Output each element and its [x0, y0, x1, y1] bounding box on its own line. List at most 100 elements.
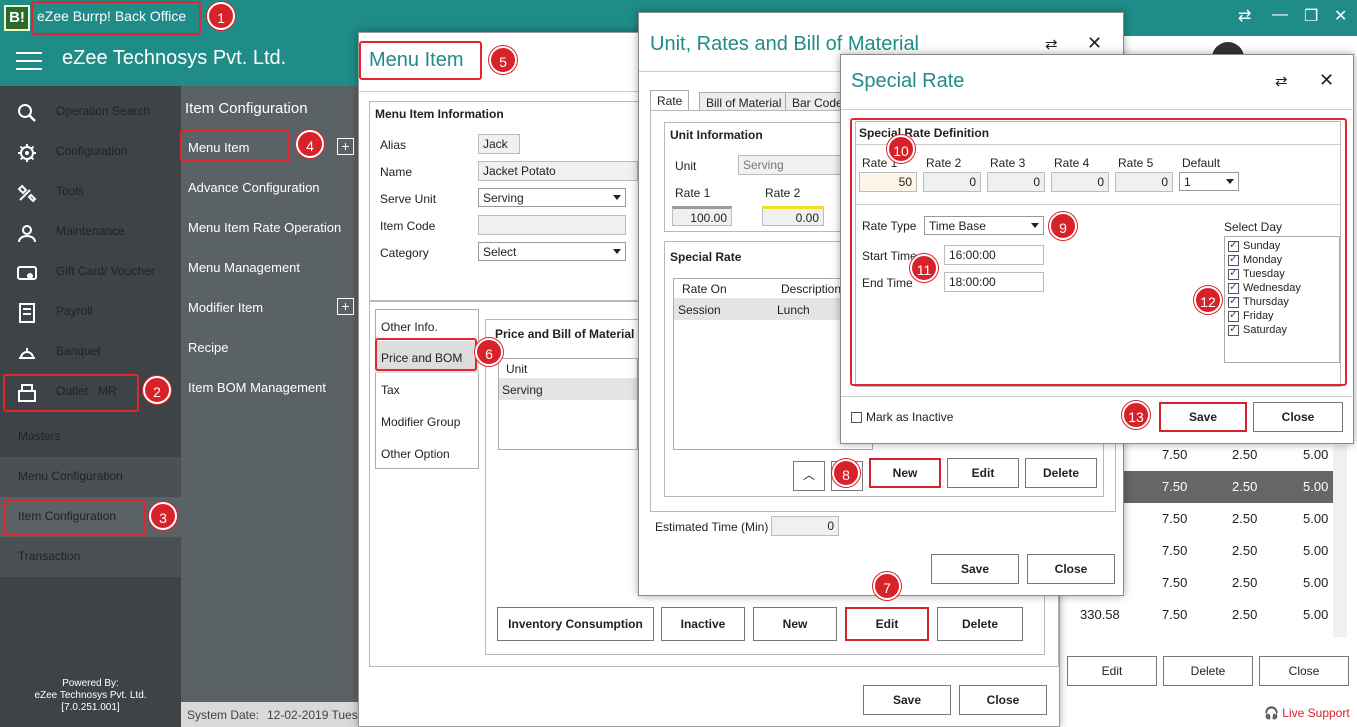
item-code-field[interactable] — [478, 215, 626, 235]
menu-item-info-panel: Menu Item Information Alias Jack Name Ja… — [369, 101, 669, 301]
headset-icon: 🎧 — [1264, 706, 1279, 720]
gear-icon — [18, 144, 36, 162]
nav-section-label: Masters — [18, 429, 61, 443]
rate2-field[interactable]: 0.00 — [762, 206, 824, 226]
nav-item-banquet[interactable]: Banquet — [0, 332, 181, 372]
special-rate-delete-button[interactable]: Delete — [1025, 458, 1097, 488]
annotation-marker: 3 — [149, 502, 177, 530]
translate-icon[interactable]: ⇄ — [1238, 6, 1251, 26]
annotation-marker: 9 — [1049, 212, 1077, 240]
live-support-link[interactable]: 🎧 Live Support — [1264, 706, 1350, 720]
close-icon[interactable]: ✕ — [1087, 33, 1102, 54]
tab-rate[interactable]: Rate — [650, 90, 690, 110]
subnav-item-item-bom[interactable]: Item BOM Management — [188, 380, 326, 395]
inactive-button[interactable]: Inactive — [661, 607, 745, 641]
subnav-item-rate-operation[interactable]: Menu Item Rate Operation — [188, 220, 341, 235]
annotation-marker: 7 — [873, 572, 901, 600]
bg-close-button[interactable]: Close — [1259, 656, 1349, 686]
unit-rates-close-button[interactable]: Close — [1027, 554, 1115, 584]
scrollbar[interactable] — [1333, 445, 1347, 637]
special-rate-close-button[interactable]: Close — [1253, 402, 1343, 432]
nav-section-label: Transaction — [18, 549, 81, 563]
highlight-item-configuration — [3, 500, 146, 536]
subnav-item-modifier-item[interactable]: Modifier Item — [188, 300, 263, 315]
checkbox-icon — [851, 412, 862, 424]
hamburger-menu-icon[interactable] — [16, 52, 42, 70]
side-tab-other-info[interactable]: Other Info. — [381, 320, 438, 334]
category-select[interactable]: Select — [478, 242, 626, 261]
unit-rates-save-button[interactable]: Save — [931, 554, 1019, 584]
translate-icon[interactable]: ⇄ — [1045, 35, 1058, 53]
menu-item-save-button[interactable]: Save — [863, 685, 951, 715]
highlight-app-title — [31, 1, 201, 35]
special-rate-edit-button[interactable]: Edit — [947, 458, 1019, 488]
nav-section-masters[interactable]: Masters — [0, 417, 181, 457]
unit-label: Unit — [675, 159, 697, 173]
side-tab-tax[interactable]: Tax — [381, 383, 400, 397]
nav-item-configuration[interactable]: Configuration — [0, 132, 181, 172]
tools-icon — [17, 184, 37, 203]
chevron-up-icon: ︿ — [802, 468, 815, 482]
serve-unit-select[interactable]: Serving — [478, 188, 626, 207]
close-icon[interactable]: ✕ — [1334, 6, 1347, 26]
menu-item-close-button[interactable]: Close — [959, 685, 1047, 715]
side-tab-other-option[interactable]: Other Option — [381, 447, 450, 461]
subnav-item-advance-configuration[interactable]: Advance Configuration — [188, 180, 320, 195]
add-modifier-item-icon[interactable]: + — [337, 298, 354, 315]
name-field[interactable]: Jacket Potato — [478, 161, 638, 181]
nav-item-maintenance[interactable]: Maintenance — [0, 212, 181, 252]
minimize-icon[interactable]: — — [1272, 6, 1288, 24]
maximize-icon[interactable]: ❐ — [1304, 6, 1318, 26]
add-menu-item-icon[interactable]: + — [337, 138, 354, 155]
serve-unit-value: Serving — [483, 191, 524, 205]
table-row[interactable]: 330.58 7.50 2.50 5.00 — [1060, 599, 1340, 631]
alias-field[interactable]: Jack — [478, 134, 520, 154]
subnav-header: Item Configuration — [185, 100, 308, 117]
bg-edit-button[interactable]: Edit — [1067, 656, 1157, 686]
highlight-price-bom — [375, 338, 477, 371]
nav-section-label: Menu Configuration — [18, 469, 123, 483]
close-icon[interactable]: ✕ — [1319, 70, 1334, 91]
annotation-marker: 12 — [1194, 286, 1222, 314]
version: [7.0.251.001] — [61, 702, 120, 713]
new-button[interactable]: New — [753, 607, 837, 641]
annotation-marker: 10 — [887, 135, 915, 163]
nav-item-tools[interactable]: Tools — [0, 172, 181, 212]
annotation-marker: 13 — [1122, 401, 1150, 429]
sub-nav: Item Configuration Menu Item + Advance C… — [181, 86, 360, 727]
highlight-menu-item — [180, 130, 290, 162]
estimated-time-field[interactable]: 0 — [771, 516, 839, 536]
subnav-item-recipe[interactable]: Recipe — [188, 340, 228, 355]
tab-bill-of-material[interactable]: Bill of Material — [699, 92, 789, 112]
special-rate-new-button[interactable]: New — [869, 458, 941, 488]
delete-button[interactable]: Delete — [937, 607, 1023, 641]
annotation-marker: 11 — [910, 254, 938, 282]
info-header: Menu Item Information — [375, 107, 504, 121]
nav-label: Tools — [56, 184, 85, 198]
rate1-field[interactable]: 100.00 — [672, 206, 732, 226]
system-date-label: System Date: — [187, 708, 260, 722]
unit-row[interactable]: Serving — [502, 383, 543, 397]
unit-rates-title: Unit, Rates and Bill of Material — [650, 33, 920, 55]
special-rate-save-button[interactable]: Save — [1159, 402, 1247, 432]
move-up-button[interactable]: ︿ — [793, 461, 825, 491]
live-support-label: Live Support — [1282, 706, 1350, 720]
edit-button[interactable]: Edit — [845, 607, 929, 641]
nav-item-gift-card[interactable]: Gift Card/ Voucher — [0, 252, 181, 292]
bg-delete-button[interactable]: Delete — [1163, 656, 1253, 686]
inventory-consumption-button[interactable]: Inventory Consumption — [497, 607, 654, 641]
nav-section-menu-configuration[interactable]: Menu Configuration — [0, 457, 181, 497]
search-icon — [18, 104, 36, 122]
app-logo: B! — [4, 5, 30, 31]
nav-item-payroll[interactable]: Payroll — [0, 292, 181, 332]
worker-icon — [18, 225, 36, 243]
mark-inactive-checkbox[interactable]: Mark as Inactive — [851, 410, 953, 424]
nav-label: Maintenance — [56, 224, 125, 238]
estimated-time-label: Estimated Time (Min) — [655, 520, 769, 534]
side-tab-modifier-group[interactable]: Modifier Group — [381, 415, 460, 429]
nav-section-transaction[interactable]: Transaction — [0, 537, 181, 577]
nav-item-operation-search[interactable]: Operation Search — [0, 92, 181, 132]
subnav-item-menu-management[interactable]: Menu Management — [188, 260, 300, 275]
translate-icon[interactable]: ⇄ — [1275, 72, 1288, 90]
annotation-marker: 6 — [475, 338, 503, 366]
